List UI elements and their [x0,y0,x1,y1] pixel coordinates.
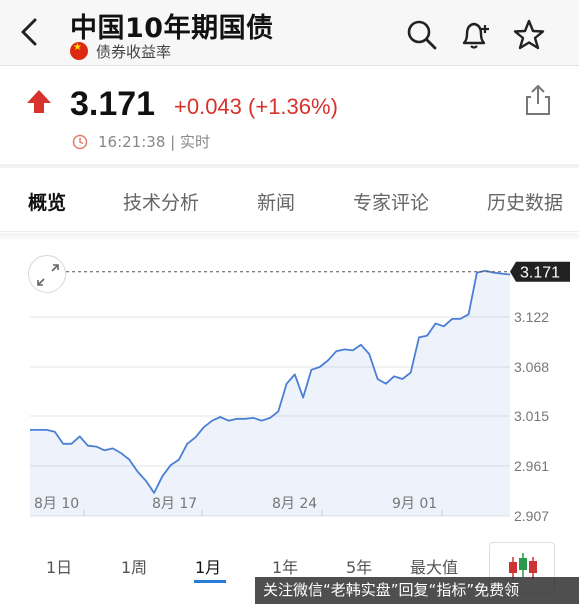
x-tick-label: 8月 17 [152,496,197,512]
back-icon[interactable] [12,12,46,52]
x-tick-label: 9月 01 [392,496,437,512]
range-1y[interactable]: 1年 [272,554,298,578]
tab-overview[interactable]: 概览 [28,188,66,215]
instrument-subtitle-row: 债券收益率 [70,42,172,61]
price-chart[interactable]: 3.122 3.068 3.015 2.961 2.907 3.171 8月 10 8月 17… [0,242,579,532]
app-header: 中国10年期国债 债券收益率 [0,0,579,66]
range-max[interactable]: 最大值 [410,554,458,578]
last-price: 3.171 [70,85,156,123]
clock-icon [72,134,88,149]
expand-chart-button[interactable] [28,255,66,293]
divider [0,233,579,241]
y-tick-label: 2.907 [514,508,549,524]
quote-time-row: 16:21:38 | 实时 [72,131,210,152]
y-tick-label: 3.015 [514,408,549,424]
price-change: +0.043 (+1.36%) [174,94,338,119]
y-tick-label: 2.961 [514,458,549,474]
y-tick-label: 3.122 [514,309,549,325]
arrow-up-icon [27,90,51,113]
expand-icon [37,264,59,286]
series-area [30,270,510,516]
bell-add-icon[interactable] [458,18,492,52]
range-5y[interactable]: 5年 [346,554,372,578]
x-tick-label: 8月 10 [34,496,79,512]
tab-news[interactable]: 新闻 [257,188,295,215]
section-tabs: 概览 技术分析 新闻 专家评论 历史数据 [0,168,579,232]
tab-history[interactable]: 历史数据 [487,188,563,215]
y-tick-label: 3.068 [514,359,549,375]
share-icon[interactable] [522,83,554,117]
range-1w[interactable]: 1周 [121,554,147,578]
china-flag-icon [70,42,88,60]
page-title: 中国10年期国债 [70,13,274,44]
range-1m[interactable]: 1月 [195,554,221,578]
x-tick-label: 8月 24 [272,496,317,512]
star-icon[interactable] [512,18,546,52]
quote-time: 16:21:38 | 实时 [98,133,210,151]
active-range-indicator [194,580,226,583]
quote-panel: 3.171 +0.043 (+1.36%) 16:21:38 | 实时 [0,67,579,164]
current-value-label: 3.171 [520,265,560,282]
watermark-banner: 关注微信“老韩实盘”回复“指标”免费领 [255,577,579,604]
tab-expert-comments[interactable]: 专家评论 [353,188,429,215]
range-1d[interactable]: 1日 [46,554,72,578]
instrument-subtitle: 债券收益率 [96,42,172,61]
tab-technical[interactable]: 技术分析 [123,188,199,215]
search-icon[interactable] [405,18,439,52]
